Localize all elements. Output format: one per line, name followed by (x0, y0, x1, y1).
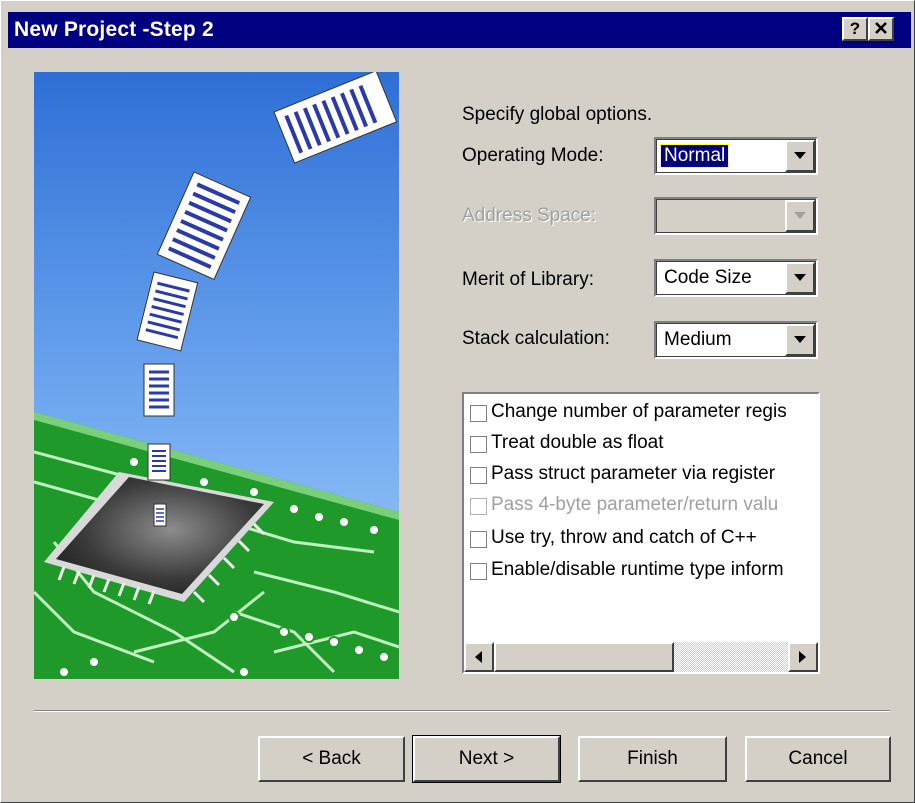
checkbox[interactable] (470, 436, 487, 453)
scrollbar-thumb[interactable] (494, 642, 674, 672)
help-button[interactable]: ? (842, 17, 868, 41)
title-bar[interactable]: New Project -Step 2 ? (8, 12, 911, 48)
scroll-left-button[interactable] (464, 642, 494, 672)
horizontal-scrollbar[interactable] (464, 642, 818, 672)
scroll-right-button[interactable] (788, 642, 818, 672)
cancel-button[interactable]: Cancel (745, 736, 891, 782)
option-label: Use try, throw and catch of C++ (491, 527, 757, 548)
merit-of-library-label: Merit of Library: (462, 269, 594, 290)
stack-calculation-value: Medium (664, 329, 732, 350)
divider (34, 710, 890, 712)
operating-mode-select[interactable]: Normal (654, 137, 818, 175)
arrow-left-icon (475, 651, 482, 663)
stack-calculation-label: Stack calculation: (462, 328, 610, 349)
close-icon (875, 22, 887, 34)
address-space-dropdown-button (785, 200, 815, 232)
operating-mode-value: Normal (659, 144, 730, 168)
merit-of-library-select[interactable]: Code Size (654, 259, 818, 297)
address-space-label: Address Space: (462, 205, 597, 226)
operating-mode-label: Operating Mode: (462, 145, 604, 166)
new-project-dialog: New Project -Step 2 ? Specify global opt… (0, 0, 915, 803)
option-label: Enable/disable runtime type inform (491, 559, 784, 580)
chevron-down-icon (794, 274, 806, 281)
finish-button[interactable]: Finish (578, 736, 727, 782)
checkbox (470, 498, 487, 515)
merit-of-library-value: Code Size (664, 267, 752, 288)
checkbox[interactable] (470, 531, 487, 548)
next-button[interactable]: Next > (412, 735, 561, 783)
stack-calculation-select[interactable]: Medium (654, 321, 818, 359)
checkbox[interactable] (470, 467, 487, 484)
chevron-down-icon (794, 212, 806, 219)
merit-of-library-dropdown-button[interactable] (785, 262, 815, 294)
back-button[interactable]: < Back (258, 736, 405, 782)
wizard-illustration (34, 72, 399, 679)
instruction-text: Specify global options. (462, 104, 653, 125)
operating-mode-dropdown-button[interactable] (785, 140, 815, 172)
options-listbox[interactable]: Change number of parameter regis Treat d… (462, 392, 820, 674)
stack-calculation-dropdown-button[interactable] (785, 324, 815, 356)
option-label: Change number of parameter regis (491, 401, 787, 422)
arrow-right-icon (799, 651, 806, 663)
option-label: Treat double as float (491, 432, 664, 453)
chevron-down-icon (794, 152, 806, 159)
option-label: Pass struct parameter via register (491, 463, 776, 484)
checkbox[interactable] (470, 405, 487, 422)
close-button[interactable] (868, 17, 894, 41)
dialog-title: New Project -Step 2 (14, 18, 214, 41)
chevron-down-icon (794, 336, 806, 343)
address-space-select (654, 197, 818, 235)
option-label: Pass 4-byte parameter/return valu (491, 494, 779, 515)
checkbox[interactable] (470, 563, 487, 580)
